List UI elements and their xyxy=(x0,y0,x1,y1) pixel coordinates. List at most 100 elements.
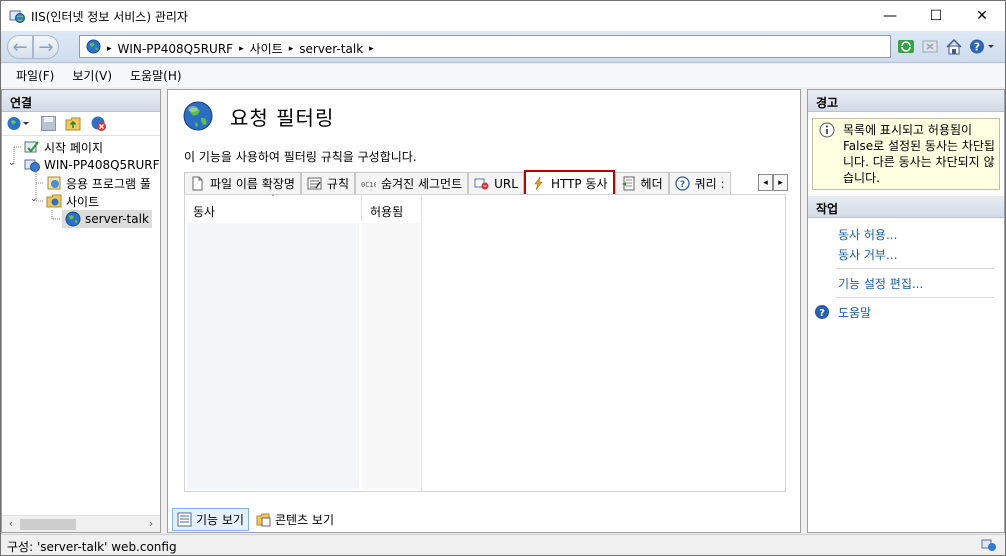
actions-divider xyxy=(836,268,994,269)
disconnect-icon[interactable] xyxy=(90,115,107,132)
forward-button[interactable]: → xyxy=(33,35,59,59)
content-view-button[interactable]: 콘텐츠 보기 xyxy=(251,508,339,531)
tab-label: 숨겨진 세그먼트 xyxy=(381,177,463,191)
menu-bar: 파일(F) 보기(V) 도움말(H) xyxy=(1,64,1005,87)
help-icon: ? xyxy=(674,176,690,191)
stop-icon[interactable] xyxy=(921,38,939,55)
view-switcher: 기능 보기 콘텐츠 보기 xyxy=(172,508,339,531)
actions-list: 동사 허용... 동사 거부... 기능 설정 편집... ? 도움말 xyxy=(808,218,1004,322)
connect-icon[interactable] xyxy=(6,115,32,132)
connections-header: 연결 xyxy=(2,90,160,112)
globe-icon xyxy=(86,39,101,54)
tab-label: HTTP 동사 xyxy=(550,177,608,191)
actions-header: 작업 xyxy=(808,196,1004,218)
breadcrumb-site[interactable]: server-talk xyxy=(299,42,363,56)
tab-url[interactable]: URL xyxy=(468,172,524,194)
tab-label: 규칙 xyxy=(326,177,350,191)
toolbar-icons: ? xyxy=(897,38,995,55)
page-title-area: 요청 필터링 xyxy=(182,100,334,132)
allow-verb-action[interactable]: 동사 허용... xyxy=(808,224,1004,244)
tab-label: 헤더 xyxy=(640,177,663,191)
file-icon xyxy=(192,176,203,191)
content-view-label: 콘텐츠 보기 xyxy=(274,513,334,527)
tab-file-extensions[interactable]: 파일 이름 확장명 xyxy=(184,172,301,194)
connections-toolbar xyxy=(2,112,160,136)
breadcrumb-sites[interactable]: 사이트 xyxy=(250,40,283,57)
help-dropdown-icon[interactable]: ? xyxy=(969,38,995,55)
network-status-icon xyxy=(981,539,996,551)
address-bar[interactable]: ▸ WIN-PP408Q5RURF ▸ 사이트 ▸ server-talk ▸ xyxy=(79,35,891,58)
column-label: 허용됨 xyxy=(370,205,404,219)
svg-text:?: ? xyxy=(974,41,980,54)
request-filtering-globe-icon xyxy=(183,101,213,131)
breadcrumb-separator[interactable]: ▸ xyxy=(239,44,244,54)
tab-http-verbs[interactable]: HTTP 동사 xyxy=(523,170,615,197)
tree-item-server-talk[interactable]: server-talk xyxy=(62,210,152,228)
maximize-button[interactable]: ☐ xyxy=(913,1,959,31)
alerts-header: 경고 xyxy=(808,90,1004,112)
breadcrumb-separator[interactable]: ▸ xyxy=(369,44,374,54)
verb-column-body xyxy=(187,223,359,489)
tab-label: 쿼리 : xyxy=(694,177,725,191)
scroll-left-icon[interactable]: ‹ xyxy=(3,517,19,532)
info-icon xyxy=(819,122,835,138)
tab-scroll-left-icon[interactable]: ◂ xyxy=(758,174,773,191)
content-view-icon xyxy=(256,513,271,527)
features-view-button[interactable]: 기능 보기 xyxy=(172,508,249,531)
tab-headers[interactable]: 헤더 xyxy=(614,172,669,194)
column-header-allowed[interactable]: 허용됨 xyxy=(361,195,421,221)
url-icon xyxy=(474,178,489,190)
deny-verb-action[interactable]: 동사 거부... xyxy=(808,244,1004,264)
tab-scroll-right-icon[interactable]: ▸ xyxy=(773,174,788,191)
save-icon[interactable] xyxy=(40,115,57,132)
allowed-column-body xyxy=(362,223,420,489)
lightning-icon xyxy=(534,176,543,191)
menu-help[interactable]: 도움말(H) xyxy=(123,65,189,86)
scroll-thumb[interactable] xyxy=(20,519,76,530)
back-button[interactable]: ← xyxy=(7,35,33,59)
page-title: 요청 필터링 xyxy=(230,105,335,130)
actions-divider xyxy=(836,297,994,298)
scroll-right-icon[interactable]: › xyxy=(143,517,159,532)
navigation-bar: ← → ▸ WIN-PP408Q5RURF ▸ 사이트 ▸ server-tal… xyxy=(1,31,1005,63)
connections-tree: 시작 페이지 ⌄ WIN-PP408Q5RURF(W 응용 프로그램 풀 ⌄ 사… xyxy=(2,136,160,486)
tab-label: 파일 이름 확장명 xyxy=(210,177,295,191)
up-folder-icon[interactable] xyxy=(65,115,82,132)
breadcrumb: ▸ WIN-PP408Q5RURF ▸ 사이트 ▸ server-talk ▸ xyxy=(107,40,374,57)
minimize-button[interactable]: — xyxy=(867,1,913,31)
column-divider xyxy=(421,195,422,491)
alert-text: 목록에 표시되고 허용됨이 False로 설정된 동사는 차단됩니다. 다른 동… xyxy=(843,123,995,185)
svg-text:?: ? xyxy=(819,308,825,319)
sort-arrow-icon: ˇ xyxy=(271,194,275,203)
iis-app-icon xyxy=(9,10,25,23)
close-button[interactable]: ✕ xyxy=(959,1,1005,31)
help-action[interactable]: ? 도움말 xyxy=(808,302,1004,322)
tab-scroll-buttons: ◂ ▸ xyxy=(758,174,788,194)
tab-query-strings[interactable]: ? 쿼리 : xyxy=(668,172,731,194)
svg-text:0C10: 0C10 xyxy=(361,181,376,189)
breadcrumb-server[interactable]: WIN-PP408Q5RURF xyxy=(118,42,234,56)
actions-panel: 경고 목록에 표시되고 허용됨이 False로 설정된 동사는 차단됩니다. 다… xyxy=(807,89,1005,533)
column-header-verb[interactable]: 동사 ˇ xyxy=(185,194,361,221)
status-bar: 구성: 'server-talk' web.config xyxy=(1,534,1005,555)
svg-text:?: ? xyxy=(680,180,685,190)
headers-icon xyxy=(621,176,635,191)
breadcrumb-separator[interactable]: ▸ xyxy=(289,44,294,54)
status-text: 구성: 'server-talk' web.config xyxy=(7,540,177,554)
edit-feature-settings-action[interactable]: 기능 설정 편집... xyxy=(808,273,1004,293)
horizontal-scrollbar[interactable]: ‹ › xyxy=(2,515,160,532)
tab-hidden-segments[interactable]: 0C10 숨겨진 세그먼트 xyxy=(355,172,469,194)
feature-panel: 요청 필터링 이 기능을 사용하여 필터링 규칙을 구성합니다. 파일 이름 확… xyxy=(167,89,801,533)
menu-file[interactable]: 파일(F) xyxy=(9,65,61,86)
tree-label: 응용 프로그램 풀 xyxy=(66,176,151,191)
refresh-icon[interactable] xyxy=(897,38,915,55)
column-label: 동사 xyxy=(193,205,216,219)
home-icon[interactable] xyxy=(945,38,963,55)
breadcrumb-separator[interactable]: ▸ xyxy=(107,44,112,54)
iis-manager-window: IIS(인터넷 정보 서비스) 관리자 — ☐ ✕ ← → ▸ WIN-PP40… xyxy=(0,0,1006,556)
hidden-segment-icon: 0C10 xyxy=(361,181,376,189)
rules-icon xyxy=(307,177,322,190)
verbs-grid: 동사 ˇ 허용됨 xyxy=(184,194,786,492)
menu-view[interactable]: 보기(V) xyxy=(65,65,119,86)
tab-rules[interactable]: 규칙 xyxy=(300,172,356,194)
